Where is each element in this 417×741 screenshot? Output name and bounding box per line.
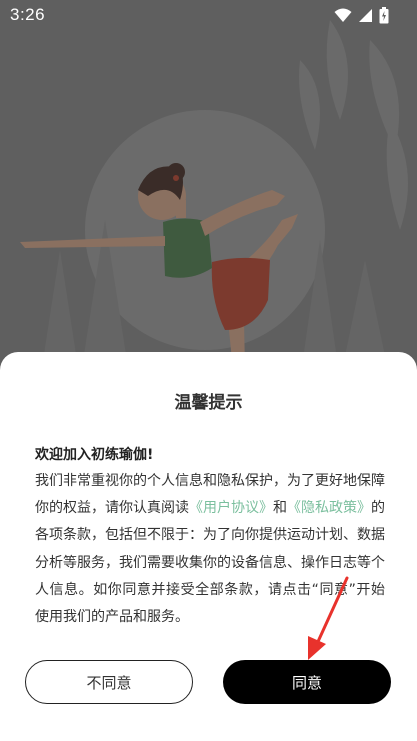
disagree-button[interactable]: 不同意 bbox=[25, 660, 193, 704]
body-and: 和 bbox=[273, 500, 287, 517]
dialog-title: 温馨提示 bbox=[174, 393, 243, 413]
status-bar: 3:26 bbox=[0, 0, 417, 30]
hero-illustration bbox=[0, 0, 417, 380]
status-time: 3:26 bbox=[10, 5, 46, 24]
status-icons bbox=[334, 6, 389, 24]
welcome-text: 欢迎加入初练瑜伽! bbox=[35, 447, 154, 463]
wifi-icon bbox=[334, 8, 352, 22]
privacy-policy-link[interactable]: 《隐私政策》 bbox=[287, 500, 371, 516]
annotation-arrow-icon bbox=[308, 576, 349, 660]
battery-icon bbox=[379, 6, 389, 23]
privacy-dialog: 温馨提示 欢迎加入初练瑜伽! 我们非常重视你的个人信息和隐私保护，为了更好地保障… bbox=[0, 352, 417, 741]
agree-button[interactable]: 同意 bbox=[223, 660, 391, 704]
signal-icon bbox=[359, 8, 372, 22]
user-agreement-link[interactable]: 《用户协议》 bbox=[189, 500, 273, 516]
